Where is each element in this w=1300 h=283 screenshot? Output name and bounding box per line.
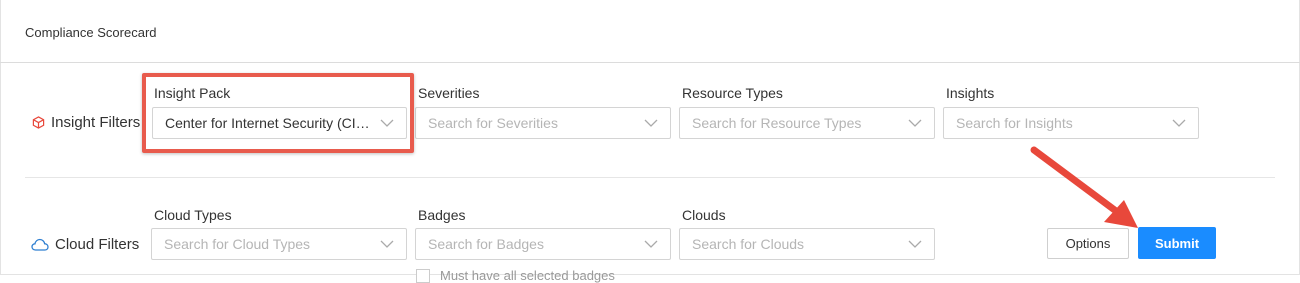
clouds-label: Clouds [682, 207, 726, 223]
badges-all-checkbox[interactable] [416, 268, 430, 283]
annotation-arrow-icon [1030, 146, 1138, 228]
chevron-down-icon [1172, 119, 1186, 127]
chevron-down-icon [908, 119, 922, 127]
resource-types-label: Resource Types [682, 85, 783, 101]
cloud-types-label: Cloud Types [154, 207, 232, 223]
chevron-down-icon [644, 119, 658, 127]
badges-all-checkbox-label: Must have all selected badges [440, 268, 615, 283]
panel-header: Compliance Scorecard [0, 0, 1300, 63]
clouds-select[interactable]: Search for Clouds [679, 228, 935, 260]
severities-label: Severities [418, 85, 480, 101]
severities-placeholder: Search for Severities [428, 115, 558, 131]
resource-types-placeholder: Search for Resource Types [692, 115, 862, 131]
cloud-types-select[interactable]: Search for Cloud Types [151, 228, 407, 260]
insights-placeholder: Search for Insights [956, 115, 1073, 131]
chevron-down-icon [380, 240, 394, 248]
cloud-filters-label: Cloud Filters [31, 236, 139, 253]
resource-types-select[interactable]: Search for Resource Types [679, 107, 935, 139]
insight-filters-text: Insight Filters [51, 114, 141, 131]
cloud-filters-text: Cloud Filters [55, 236, 140, 253]
badges-all-checkbox-row[interactable]: Must have all selected badges [416, 268, 615, 283]
page-title: Compliance Scorecard [25, 25, 157, 40]
insights-label: Insights [946, 85, 995, 101]
insight-filters-label: Insight Filters [32, 114, 140, 131]
badges-placeholder: Search for Badges [428, 236, 544, 252]
cube-icon [32, 116, 45, 129]
badges-select[interactable]: Search for Badges [415, 228, 671, 260]
insight-pack-highlight [142, 73, 414, 153]
chevron-down-icon [644, 240, 658, 248]
submit-button[interactable]: Submit [1138, 227, 1216, 259]
badges-label: Badges [418, 207, 466, 223]
cloud-types-placeholder: Search for Cloud Types [164, 236, 311, 252]
severities-select[interactable]: Search for Severities [415, 107, 671, 139]
chevron-down-icon [908, 240, 922, 248]
cloud-icon [31, 238, 49, 251]
clouds-placeholder: Search for Clouds [692, 236, 805, 252]
insights-select[interactable]: Search for Insights [943, 107, 1199, 139]
